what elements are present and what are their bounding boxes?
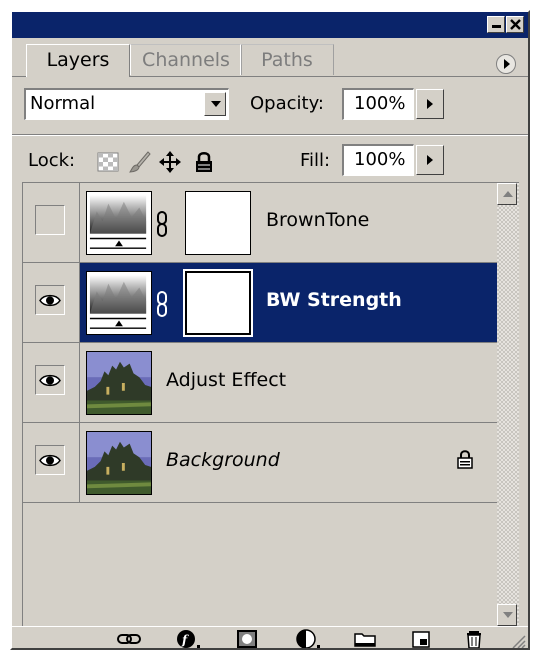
visibility-cell — [23, 263, 80, 342]
new-layer-icon[interactable] — [408, 629, 434, 649]
opacity-label: Opacity: — [250, 93, 324, 114]
lock-pixels-brush-icon[interactable] — [128, 150, 152, 174]
menu-arrow-icon — [504, 59, 510, 69]
lock-transparency-icon[interactable] — [96, 150, 120, 174]
minimize-icon — [492, 25, 501, 28]
visibility-toggle[interactable] — [35, 205, 65, 235]
layer-name[interactable]: Background — [166, 449, 280, 471]
layers-panel: Layers Channels Paths Normal Opacity: 10… — [10, 10, 530, 650]
lock-icon — [457, 450, 473, 469]
fill-input[interactable]: 100% — [342, 144, 414, 176]
adjustment-layer-thumbnail[interactable] — [86, 191, 152, 255]
layer-image-thumbnail[interactable] — [86, 351, 152, 415]
lock-row: Lock: Fill: 100% — [12, 136, 528, 188]
link-chain-icon[interactable] — [156, 291, 168, 317]
visibility-cell — [23, 343, 80, 422]
layers-bottom-toolbar: f — [12, 626, 528, 649]
layer-image-thumbnail[interactable] — [86, 431, 152, 495]
resize-grip-icon[interactable] — [510, 633, 526, 649]
link-icon[interactable] — [116, 629, 142, 649]
tab-paths[interactable]: Paths — [240, 44, 334, 75]
blend-mode-value: Normal — [30, 93, 96, 114]
tab-row: Layers Channels Paths — [12, 38, 528, 77]
eye-icon — [39, 374, 61, 387]
layer-name[interactable]: BW Strength — [266, 289, 402, 311]
chevron-up-icon — [503, 191, 513, 197]
layer-row-browntone[interactable]: BrownTone — [23, 183, 497, 263]
scroll-down-button[interactable] — [497, 604, 517, 626]
arrow-right-icon — [427, 99, 433, 109]
visibility-cell — [23, 183, 80, 262]
layers-list: BrownTone BW Strength Adjust Effect Back… — [22, 182, 497, 626]
panel-titlebar[interactable] — [12, 12, 528, 38]
opacity-input[interactable]: 100% — [342, 88, 414, 120]
dropdown-button[interactable] — [204, 92, 226, 116]
fill-slider-button[interactable] — [416, 145, 444, 175]
minimize-button[interactable] — [487, 16, 505, 33]
link-chain-icon[interactable] — [156, 211, 168, 237]
visibility-toggle[interactable] — [35, 285, 65, 315]
tab-layers[interactable]: Layers — [26, 44, 130, 77]
visibility-cell — [23, 423, 80, 502]
opacity-slider-button[interactable] — [416, 89, 444, 119]
blend-mode-select[interactable]: Normal — [24, 88, 229, 120]
adjustment-layer-icon[interactable] — [295, 629, 321, 649]
layer-name[interactable]: Adjust Effect — [166, 369, 286, 391]
layers-scrollbar[interactable] — [497, 182, 519, 626]
fill-label: Fill: — [300, 150, 331, 171]
visibility-toggle[interactable] — [35, 365, 65, 395]
close-icon — [510, 19, 521, 30]
layer-mask-thumbnail[interactable] — [183, 269, 253, 337]
lock-all-icon[interactable] — [192, 150, 216, 174]
adjustment-layer-thumbnail[interactable] — [86, 271, 152, 335]
chevron-down-icon — [211, 101, 221, 107]
lock-label: Lock: — [28, 150, 76, 171]
chevron-down-icon — [503, 612, 513, 618]
eye-icon — [39, 454, 61, 467]
close-button[interactable] — [506, 16, 524, 33]
layer-name[interactable]: BrownTone — [266, 209, 369, 231]
scroll-up-button[interactable] — [497, 183, 517, 205]
layer-row-bw-strength[interactable]: BW Strength — [23, 263, 497, 343]
layer-row-background[interactable]: Background — [23, 423, 497, 503]
visibility-toggle[interactable] — [35, 445, 65, 475]
layer-mask-thumbnail[interactable] — [185, 191, 251, 255]
blend-row: Normal Opacity: 100% — [12, 78, 528, 134]
layer-style-icon[interactable]: f — [175, 629, 201, 649]
add-mask-icon[interactable] — [234, 629, 260, 649]
arrow-right-icon — [427, 155, 433, 165]
lock-position-move-icon[interactable] — [158, 150, 182, 174]
tab-channels[interactable]: Channels — [130, 44, 242, 75]
new-group-icon[interactable] — [352, 629, 378, 649]
trash-icon[interactable] — [461, 629, 487, 649]
panel-menu-button[interactable] — [496, 54, 516, 74]
eye-icon — [39, 294, 61, 307]
layer-row-adjust-effect[interactable]: Adjust Effect — [23, 343, 497, 423]
